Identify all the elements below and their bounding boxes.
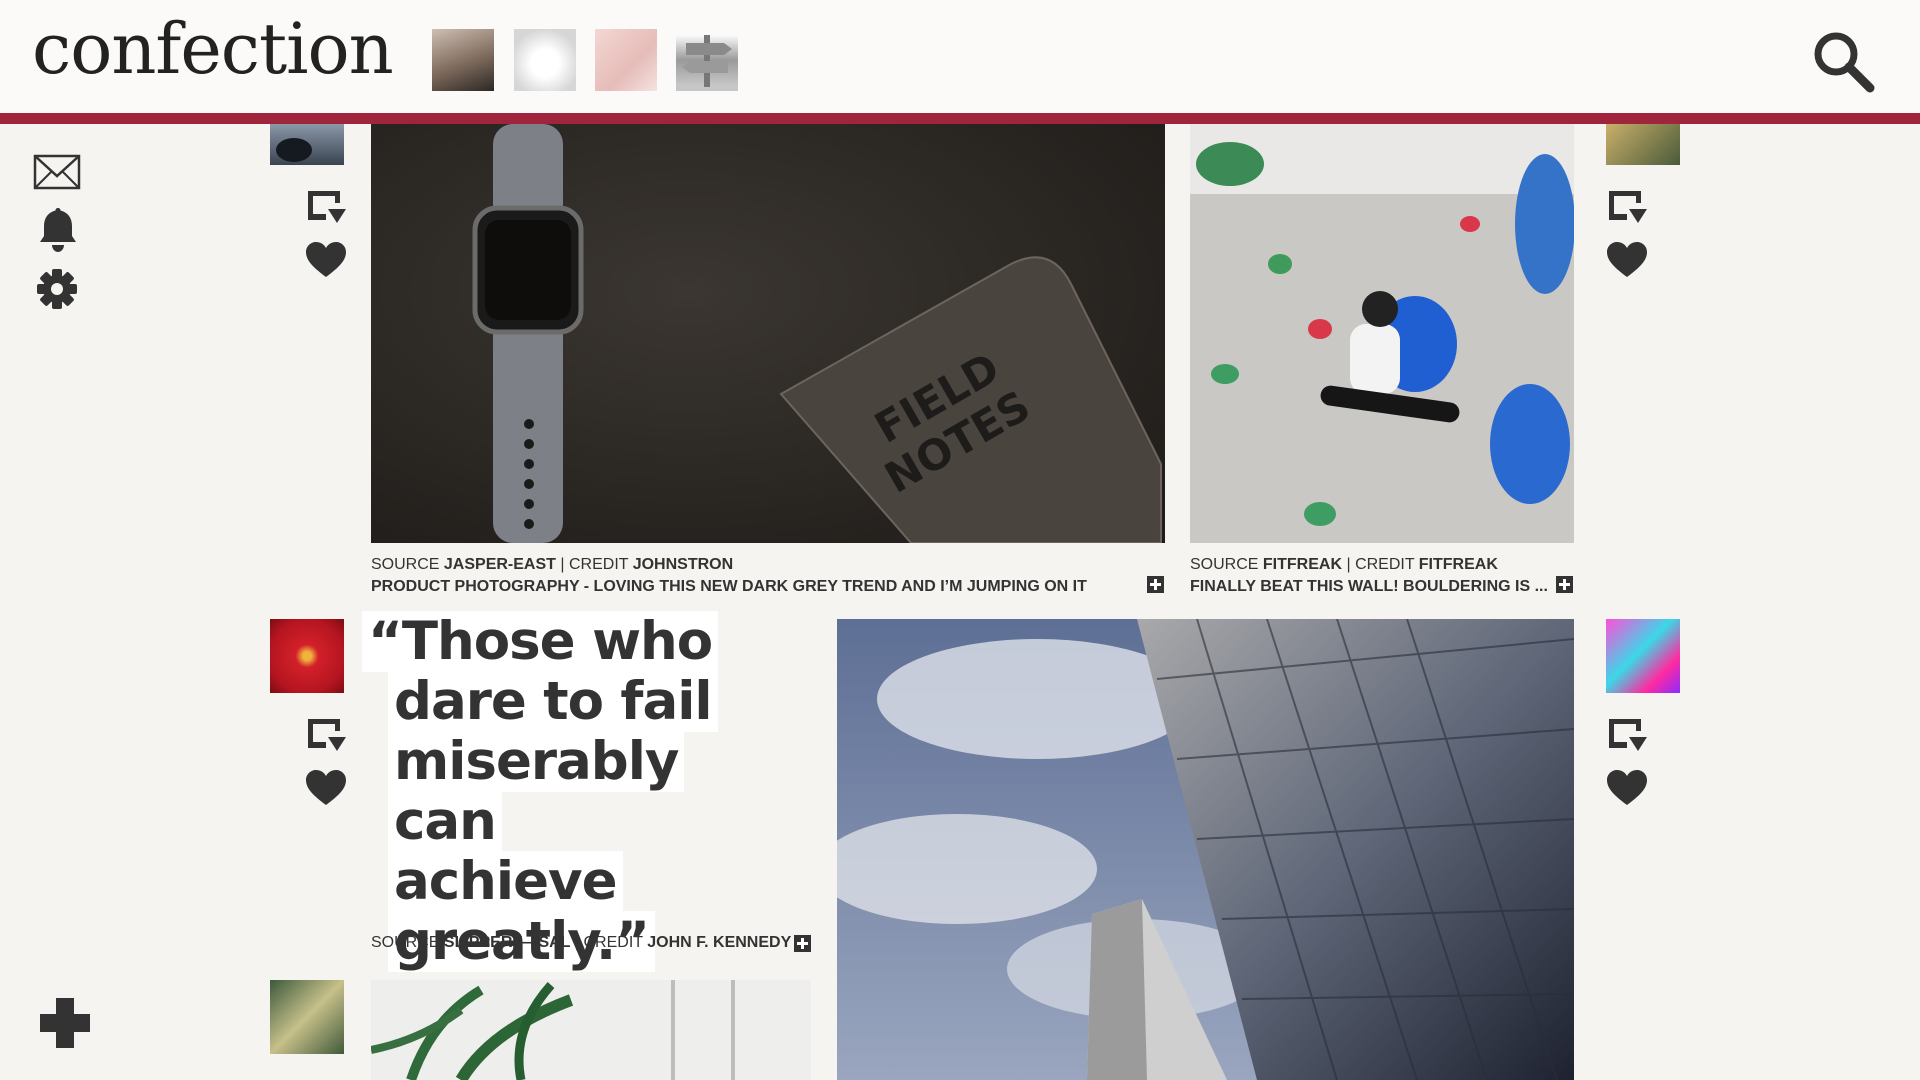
reblog-icon[interactable] <box>304 187 348 227</box>
avatar[interactable] <box>270 980 344 1054</box>
expand-icon[interactable] <box>1556 576 1573 593</box>
post-caption: FINALLY BEAT THIS WALL! BOULDERING IS ..… <box>1190 578 1548 595</box>
heart-icon[interactable] <box>304 768 348 808</box>
heart-icon[interactable] <box>304 240 348 280</box>
post-caption: PRODUCT PHOTOGRAPHY - LOVING THIS NEW DA… <box>371 578 1087 595</box>
recent-thumbnail-dog[interactable] <box>514 29 576 91</box>
watch-notebook-image: FIELD NOTES <box>371 124 1165 543</box>
quote-text: “Those who dare to fail miserably can ac… <box>362 611 802 972</box>
search-icon[interactable] <box>1810 28 1876 94</box>
skyscraper-image <box>837 619 1574 1080</box>
recent-thumbnail-signpost[interactable] <box>676 29 738 91</box>
heart-icon[interactable] <box>1605 768 1649 808</box>
source-link[interactable]: FITFREAK <box>1263 556 1342 573</box>
credit-link[interactable]: FITFREAK <box>1419 556 1498 573</box>
post-photo-climbing[interactable] <box>1190 124 1574 543</box>
recent-thumbnail-camera[interactable] <box>595 29 657 91</box>
avatar[interactable] <box>270 619 344 693</box>
app-logo[interactable]: confection <box>32 14 394 84</box>
bell-icon[interactable] <box>32 204 84 256</box>
avatar[interactable] <box>1606 619 1680 693</box>
quote-line: dare to fail <box>388 671 718 732</box>
heart-icon[interactable] <box>1605 240 1649 280</box>
post-photo-building[interactable] <box>837 619 1574 1080</box>
quote-line: miserably can <box>388 731 685 852</box>
reblog-icon[interactable] <box>304 715 348 755</box>
mail-icon[interactable] <box>32 148 84 200</box>
post-photo-plant[interactable] <box>371 980 811 1080</box>
post-meta: SOURCE JASPER-EAST | CREDIT JOHNSTRON PR… <box>371 554 1087 598</box>
signpost-icon <box>682 35 732 87</box>
expand-icon[interactable] <box>794 935 811 952</box>
climbing-wall-image <box>1190 124 1574 543</box>
post-photo-watch[interactable]: FIELD NOTES <box>371 124 1165 543</box>
plus-icon[interactable] <box>36 994 94 1052</box>
post-meta: SOURCE FITFREAK | CREDIT FITFREAK FINALL… <box>1190 554 1548 598</box>
reblog-icon[interactable] <box>1605 187 1649 227</box>
reblog-icon[interactable] <box>1605 715 1649 755</box>
gear-icon[interactable] <box>32 264 84 316</box>
bird-icon <box>276 138 312 162</box>
expand-icon[interactable] <box>1147 576 1164 593</box>
source-link[interactable]: JASPER-EAST <box>444 556 556 573</box>
top-bar: confection <box>0 0 1920 124</box>
recent-thumbnail-portrait[interactable] <box>432 29 494 91</box>
credit-link[interactable]: JOHN F. KENNEDY <box>647 934 791 951</box>
post-meta: SOURCE SLIPPERY—SAL | CREDIT JOHN F. KEN… <box>371 934 792 951</box>
quote-line: achieve <box>388 851 623 912</box>
avatar[interactable] <box>270 124 344 165</box>
source-link[interactable]: SLIPPERY—SAL <box>444 934 571 951</box>
quote-line: “Those who <box>362 611 719 672</box>
avatar[interactable] <box>1606 124 1680 165</box>
plant-image <box>371 980 735 1080</box>
credit-link[interactable]: JOHNSTRON <box>633 556 733 573</box>
